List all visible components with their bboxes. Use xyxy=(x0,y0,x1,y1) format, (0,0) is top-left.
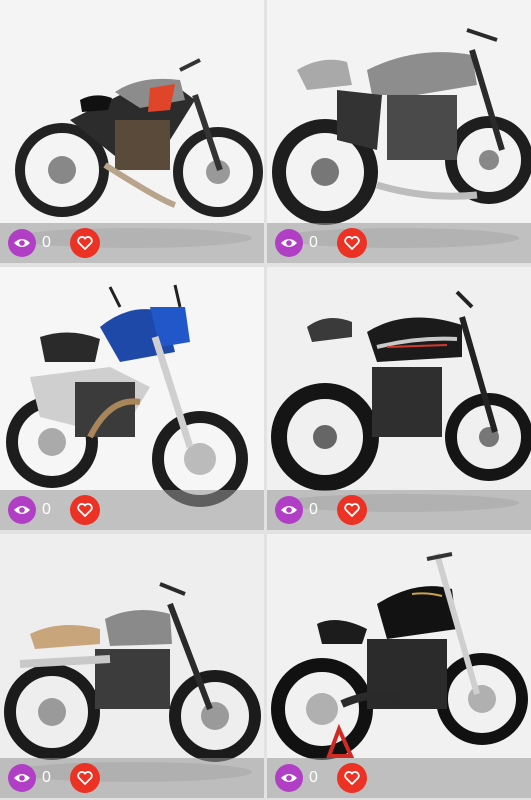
gallery-tile[interactable]: 0 xyxy=(0,267,264,530)
views-button[interactable] xyxy=(275,496,303,524)
stats-bar: 0 xyxy=(0,490,264,530)
views-button[interactable] xyxy=(8,764,36,792)
eye-icon xyxy=(14,774,30,782)
heart-icon xyxy=(77,771,93,785)
eye-icon xyxy=(281,506,297,514)
gallery-tile[interactable]: 0 xyxy=(267,267,531,530)
view-count: 0 xyxy=(309,234,318,251)
stats-bar: 0 xyxy=(267,758,531,798)
stats-bar: 0 xyxy=(267,223,531,263)
gallery-tile[interactable]: 0 xyxy=(267,0,531,263)
gallery-tile[interactable]: 0 xyxy=(0,0,264,263)
heart-icon xyxy=(344,236,360,250)
stats-bar: 0 xyxy=(0,758,264,798)
gallery-tile[interactable]: 0 xyxy=(267,534,531,798)
favorite-button[interactable] xyxy=(337,763,367,793)
views-button[interactable] xyxy=(275,229,303,257)
gallery-tile[interactable]: 0 xyxy=(0,534,264,798)
views-button[interactable] xyxy=(8,229,36,257)
views-button[interactable] xyxy=(8,496,36,524)
eye-icon xyxy=(14,239,30,247)
motorcycle-gallery-grid: 0 0 0 0 0 0 xyxy=(0,0,531,800)
eye-icon xyxy=(14,506,30,514)
heart-icon xyxy=(77,236,93,250)
view-count: 0 xyxy=(42,769,51,786)
eye-icon xyxy=(281,239,297,247)
favorite-button[interactable] xyxy=(70,495,100,525)
favorite-button[interactable] xyxy=(70,763,100,793)
favorite-button[interactable] xyxy=(70,228,100,258)
views-button[interactable] xyxy=(275,764,303,792)
stats-bar: 0 xyxy=(267,490,531,530)
favorite-button[interactable] xyxy=(337,228,367,258)
view-count: 0 xyxy=(42,501,51,518)
heart-icon xyxy=(344,503,360,517)
stats-bar: 0 xyxy=(0,223,264,263)
view-count: 0 xyxy=(309,769,318,786)
favorite-button[interactable] xyxy=(337,495,367,525)
eye-icon xyxy=(281,774,297,782)
view-count: 0 xyxy=(309,501,318,518)
heart-icon xyxy=(77,503,93,517)
view-count: 0 xyxy=(42,234,51,251)
heart-icon xyxy=(344,771,360,785)
